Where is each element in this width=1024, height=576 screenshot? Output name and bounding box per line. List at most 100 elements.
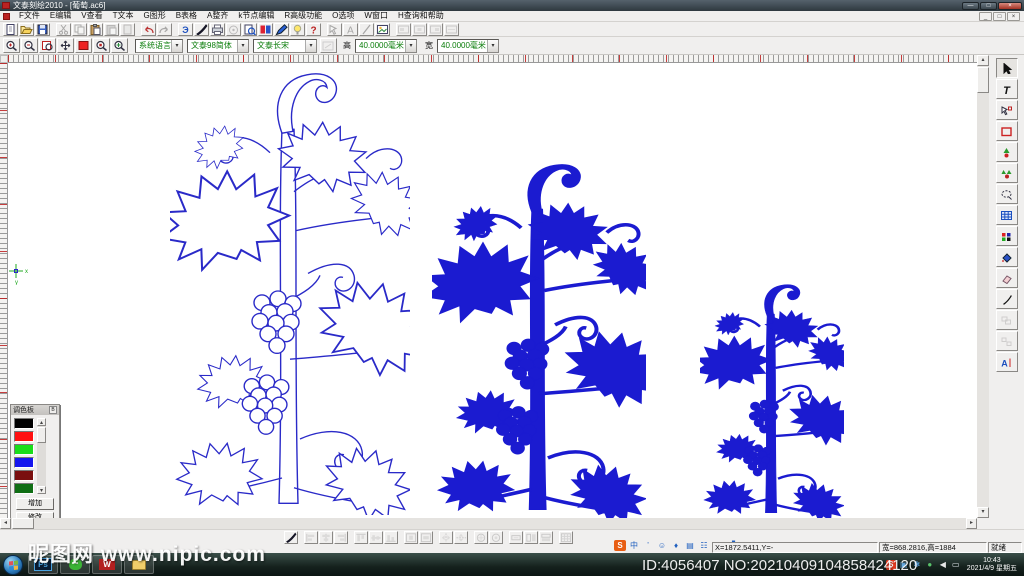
scroll-up-icon[interactable]: ▴ — [37, 418, 46, 426]
tray-network-icon[interactable]: ▭ — [951, 560, 961, 570]
font2-select[interactable]: 文泰长宋 ▾ — [253, 39, 317, 53]
menu-F文件[interactable]: F文件 — [14, 11, 45, 20]
taskbar-app-photoshop[interactable]: Ps — [28, 555, 58, 574]
keyboard-icon[interactable]: ▤ — [684, 540, 696, 551]
color-swatch-0[interactable] — [14, 418, 34, 429]
height-input[interactable]: 40.0000毫米 ▾ — [355, 39, 417, 53]
toolbar-red-square-button[interactable] — [75, 38, 92, 53]
chevron-down-icon[interactable]: ▾ — [305, 40, 316, 52]
vertical-scrollbar[interactable]: ▴ ▾ — [977, 55, 989, 518]
vine-filled-large-design[interactable] — [432, 159, 646, 518]
tool-table-tool-button[interactable] — [996, 205, 1018, 225]
tool-plant-shape1-button[interactable] — [996, 142, 1018, 162]
menu-O选项[interactable]: O选项 — [327, 11, 359, 20]
chevron-down-icon[interactable]: ▾ — [405, 40, 416, 52]
tool-kerning-tool-button[interactable]: A — [996, 352, 1018, 372]
toolbar-zoom-obj-button[interactable] — [93, 38, 110, 53]
menu-A整齐[interactable]: A整齐 — [202, 11, 233, 20]
mdi-restore-button[interactable]: □ — [993, 12, 1006, 21]
zh-mode-icon[interactable]: 中 — [628, 540, 640, 551]
tool-rect-tool-button[interactable] — [996, 121, 1018, 141]
toolbar-charmap-button[interactable]: Э — [178, 23, 193, 36]
tray-snow-icon[interactable]: ✱ — [912, 560, 922, 570]
color-swatch-5[interactable] — [14, 483, 34, 494]
tool-eraser-tool-button[interactable] — [996, 268, 1018, 288]
toolbar-zoom-page-button[interactable] — [39, 38, 56, 53]
start-button[interactable] — [3, 555, 23, 575]
menu-k节点编辑[interactable]: k节点编辑 — [233, 11, 279, 20]
toolbar-zoom-in-button[interactable] — [3, 38, 20, 53]
tool-plant-shape2-button[interactable] — [996, 163, 1018, 183]
menu-B表格[interactable]: B表格 — [171, 11, 202, 20]
menu-T文本[interactable]: T文本 — [108, 11, 139, 20]
chevron-down-icon[interactable]: ▾ — [487, 40, 498, 52]
horizontal-scrollbar[interactable]: ◂ ▸ — [0, 518, 977, 529]
toolbar-knife-button[interactable] — [194, 23, 209, 36]
tray-qq-icon[interactable]: ▣ — [899, 560, 909, 570]
taskbar-app-folder[interactable] — [124, 555, 154, 574]
toolbar-zoom-out-button[interactable] — [21, 38, 38, 53]
menu-E编辑[interactable]: E编辑 — [45, 11, 76, 20]
scroll-left-icon[interactable]: ◂ — [0, 518, 11, 529]
toolbar-layout-button[interactable] — [258, 23, 273, 36]
toolbar-preview-button[interactable] — [242, 23, 257, 36]
menu-V查看[interactable]: V查看 — [76, 11, 107, 20]
menu-R高级功能[interactable]: R高级功能 — [279, 11, 327, 20]
emoji-icon[interactable]: ☺ — [656, 540, 668, 551]
color-swatch-4[interactable] — [14, 470, 34, 481]
width-input[interactable]: 40.0000毫米 ▾ — [437, 39, 499, 53]
person-icon[interactable]: ☷ — [698, 540, 710, 551]
toolbar-paste-button[interactable] — [88, 23, 103, 36]
tray-volume-icon[interactable]: ◀ — [938, 560, 948, 570]
sogou-s-icon[interactable]: S — [614, 540, 626, 551]
menu-H查询和帮助[interactable]: H查询和帮助 — [393, 11, 449, 20]
toolbar-save-button[interactable] — [35, 23, 50, 36]
scroll-down-icon[interactable]: ▾ — [37, 486, 46, 494]
tool-node-edit-button[interactable] — [996, 100, 1018, 120]
color-swatch-3[interactable] — [14, 457, 34, 468]
horizontal-scroll-thumb[interactable] — [12, 518, 34, 529]
tray-chat-icon[interactable]: ● — [925, 560, 935, 570]
tool-knife-tool-button[interactable] — [996, 289, 1018, 309]
tool-lasso-tool-button[interactable] — [996, 184, 1018, 204]
color-swatch-1[interactable] — [14, 431, 34, 442]
taskbar-clock[interactable]: 10:43 2021/4/9 星期五 — [967, 557, 1017, 573]
toolbar-pen-button[interactable] — [274, 23, 289, 36]
maximize-button[interactable]: □ — [980, 2, 997, 10]
scroll-down-icon[interactable]: ▾ — [977, 507, 989, 518]
toolbar-zoom-all-button[interactable] — [111, 38, 128, 53]
taskbar-app-wechat[interactable] — [60, 555, 90, 574]
menu-G图形[interactable]: G图形 — [138, 11, 170, 20]
drawing-canvas[interactable]: x y 调色板 B ▴ ▾ 增加 修改 — [8, 63, 977, 518]
tool-text-tool-button[interactable]: T — [996, 79, 1018, 99]
vine-outline-design[interactable] — [170, 67, 410, 515]
palette-corner-button[interactable]: B — [49, 406, 57, 414]
toolbar-undo-button[interactable] — [141, 23, 156, 36]
tool-fill-tool-button[interactable] — [996, 247, 1018, 267]
toolbar-help-button[interactable]: ? — [306, 23, 321, 36]
tool-color-dots-button[interactable] — [996, 226, 1018, 246]
language-select[interactable]: 系统语言 ▾ — [135, 39, 183, 53]
palette-scrollbar[interactable]: ▴ ▾ — [37, 418, 46, 494]
chevron-down-icon[interactable]: ▾ — [171, 40, 182, 52]
vine-filled-small-design[interactable] — [700, 281, 844, 518]
mdi-close-button[interactable]: × — [1007, 12, 1020, 21]
vertical-scroll-thumb[interactable] — [977, 67, 989, 93]
tool-select-arrow-button[interactable] — [996, 58, 1018, 78]
toolbar-print-button[interactable] — [210, 23, 225, 36]
toolbar-pan-button[interactable] — [57, 38, 74, 53]
scroll-up-icon[interactable]: ▴ — [977, 55, 989, 66]
mic-icon[interactable]: ♦ — [670, 540, 682, 551]
tray-sogou-icon[interactable]: S — [886, 560, 896, 570]
taskbar-app-wentai[interactable]: W — [92, 555, 122, 574]
toolbar-image-button[interactable] — [375, 23, 390, 36]
menu-W窗口[interactable]: W窗口 — [359, 11, 393, 20]
mdi-minimize-button[interactable]: _ — [979, 12, 992, 21]
minimize-button[interactable]: — — [962, 2, 979, 10]
palette-add-button[interactable]: 增加 — [16, 498, 54, 510]
toolbar-new-button[interactable] — [3, 23, 18, 36]
color-swatch-2[interactable] — [14, 444, 34, 455]
close-button[interactable]: × — [998, 2, 1022, 10]
toolbar-bulb-button[interactable] — [290, 23, 305, 36]
punct-icon[interactable]: ’ — [642, 540, 654, 551]
